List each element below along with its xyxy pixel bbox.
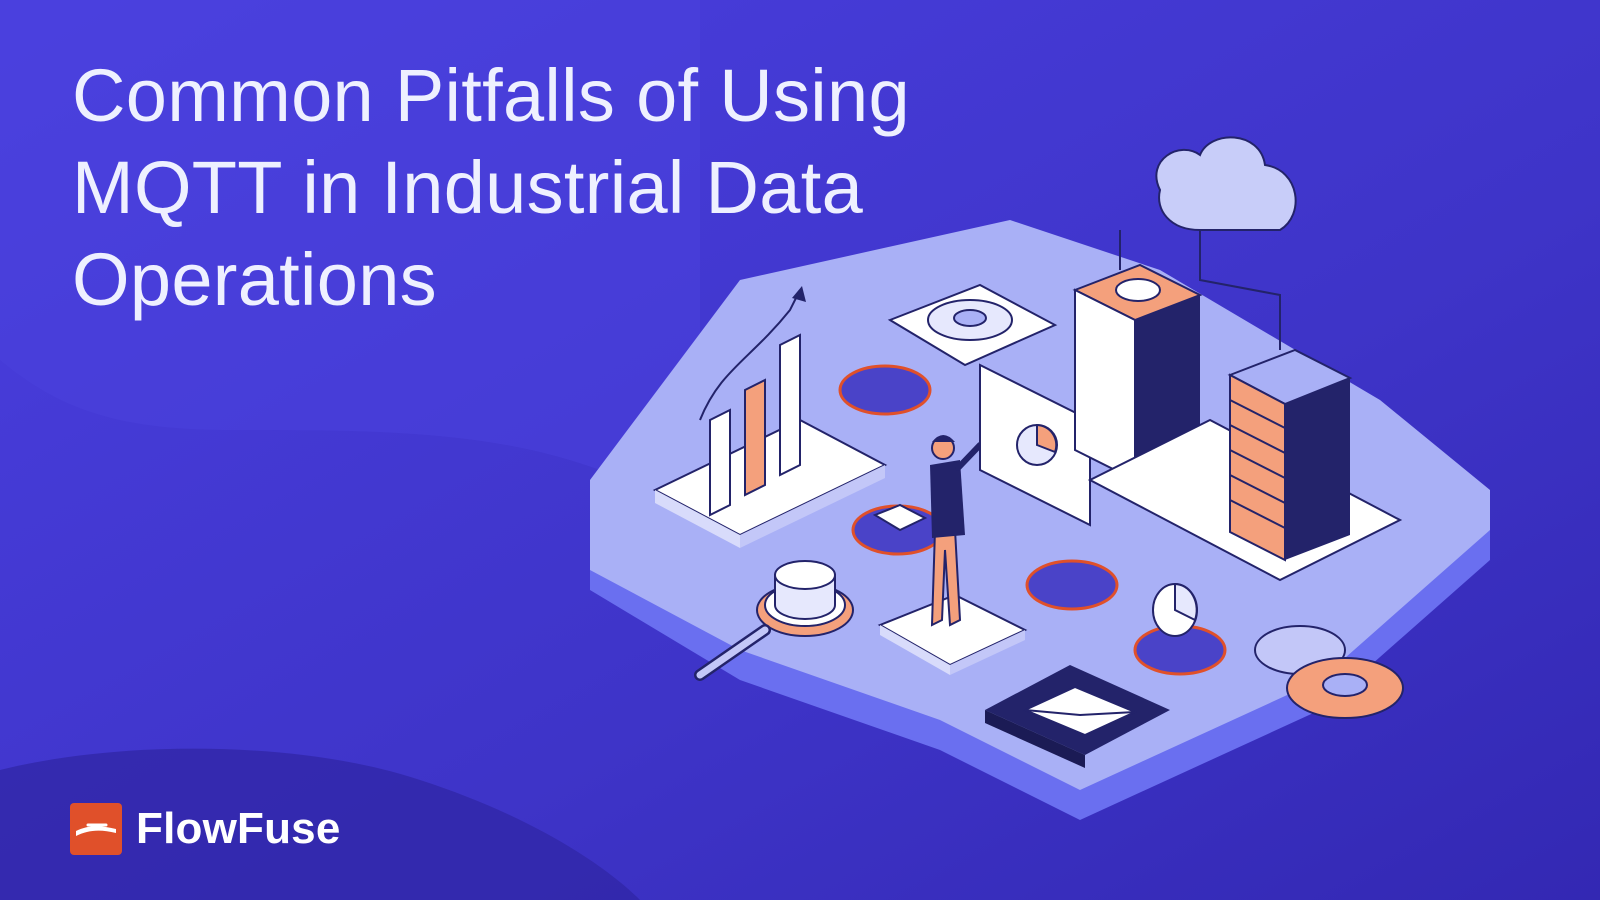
brand-logo: FlowFuse	[70, 802, 341, 856]
isometric-data-operations-illustration	[590, 136, 1490, 820]
flowfuse-logo-icon	[70, 803, 122, 855]
brand-name: FlowFuse	[136, 804, 341, 853]
pie-chart-icon	[1152, 582, 1198, 637]
